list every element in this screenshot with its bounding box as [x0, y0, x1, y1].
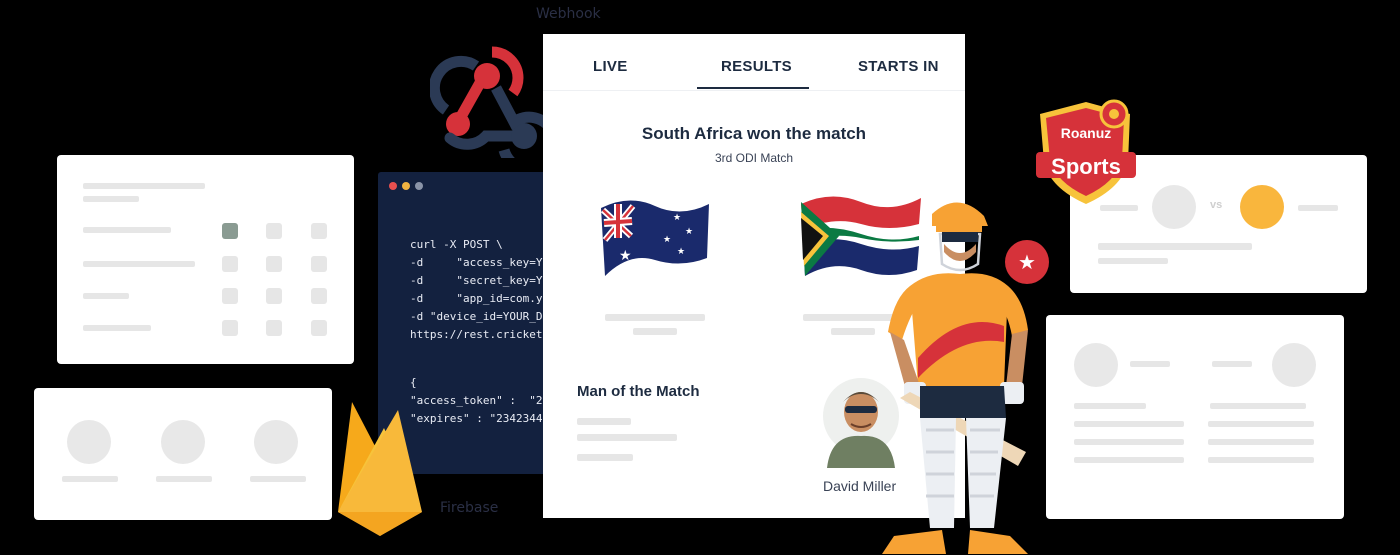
webhook-label: Webhook: [536, 6, 601, 22]
code-line: -d "access_key=Y: [410, 256, 543, 269]
roanuz-sports-logo: Roanuz Sports: [1036, 99, 1136, 204]
code-line: curl -X POST \: [410, 238, 503, 251]
avatar: [1272, 343, 1316, 387]
code-line: -d "device_id=YOUR_D: [410, 310, 543, 323]
checkbox[interactable]: [266, 288, 282, 304]
checkbox[interactable]: [311, 288, 327, 304]
settings-placeholder-card: [57, 155, 354, 364]
badge-text-bottom: Sports: [1051, 154, 1121, 179]
code-line: "expires" : "23423443: [410, 412, 550, 425]
checkbox[interactable]: [222, 320, 238, 336]
window-close-dot: [389, 182, 397, 190]
team-logo: [1152, 185, 1196, 229]
checkbox[interactable]: [266, 256, 282, 272]
checkbox[interactable]: [311, 320, 327, 336]
webhook-icon: [430, 46, 554, 158]
window-zoom-dot: [415, 182, 423, 190]
svg-text:★: ★: [663, 235, 671, 245]
window-minimize-dot: [402, 182, 410, 190]
australia-flag-icon: ★ ★ ★ ★ ★: [600, 200, 709, 276]
checkbox[interactable]: [222, 256, 238, 272]
badge-text-top: Roanuz: [1061, 125, 1112, 141]
code-line: -d "app_id=com.y: [410, 292, 543, 305]
stats-placeholder-card: [1046, 315, 1344, 519]
tab-results[interactable]: RESULTS: [721, 58, 792, 75]
checkbox[interactable]: [222, 288, 238, 304]
avatar: [1074, 343, 1118, 387]
checkbox[interactable]: [266, 223, 282, 239]
active-tab-indicator: [697, 87, 809, 89]
cricketer-illustration: [882, 202, 1028, 554]
code-line: -d "secret_key=Y: [410, 274, 543, 287]
tab-live[interactable]: LIVE: [593, 58, 628, 75]
team-logo: [1240, 185, 1284, 229]
svg-text:★: ★: [677, 247, 685, 257]
man-of-the-match-title: Man of the Match: [577, 383, 700, 400]
checkbox[interactable]: [311, 256, 327, 272]
code-line: https://rest.cricket: [410, 328, 543, 341]
tab-starts-in[interactable]: STARTS IN: [858, 58, 939, 75]
vs-label: vs: [1210, 199, 1223, 211]
match-subtitle: 3rd ODI Match: [714, 151, 794, 165]
checkbox[interactable]: [311, 223, 327, 239]
match-result-headline: South Africa won the match: [641, 124, 867, 143]
avatar: [161, 420, 205, 464]
svg-text:★: ★: [619, 248, 632, 264]
code-line: "access_token" : "2s: [410, 394, 550, 407]
divider: [543, 90, 965, 91]
avatar: [67, 420, 111, 464]
avatar: [254, 420, 298, 464]
code-line: {: [410, 376, 417, 389]
firebase-label: Firebase: [440, 500, 499, 516]
checkbox-checked[interactable]: [222, 223, 238, 239]
svg-text:★: ★: [673, 213, 681, 223]
svg-text:★: ★: [685, 227, 693, 237]
players-placeholder-card: [34, 388, 332, 520]
checkbox[interactable]: [266, 320, 282, 336]
firebase-icon: [338, 402, 422, 536]
